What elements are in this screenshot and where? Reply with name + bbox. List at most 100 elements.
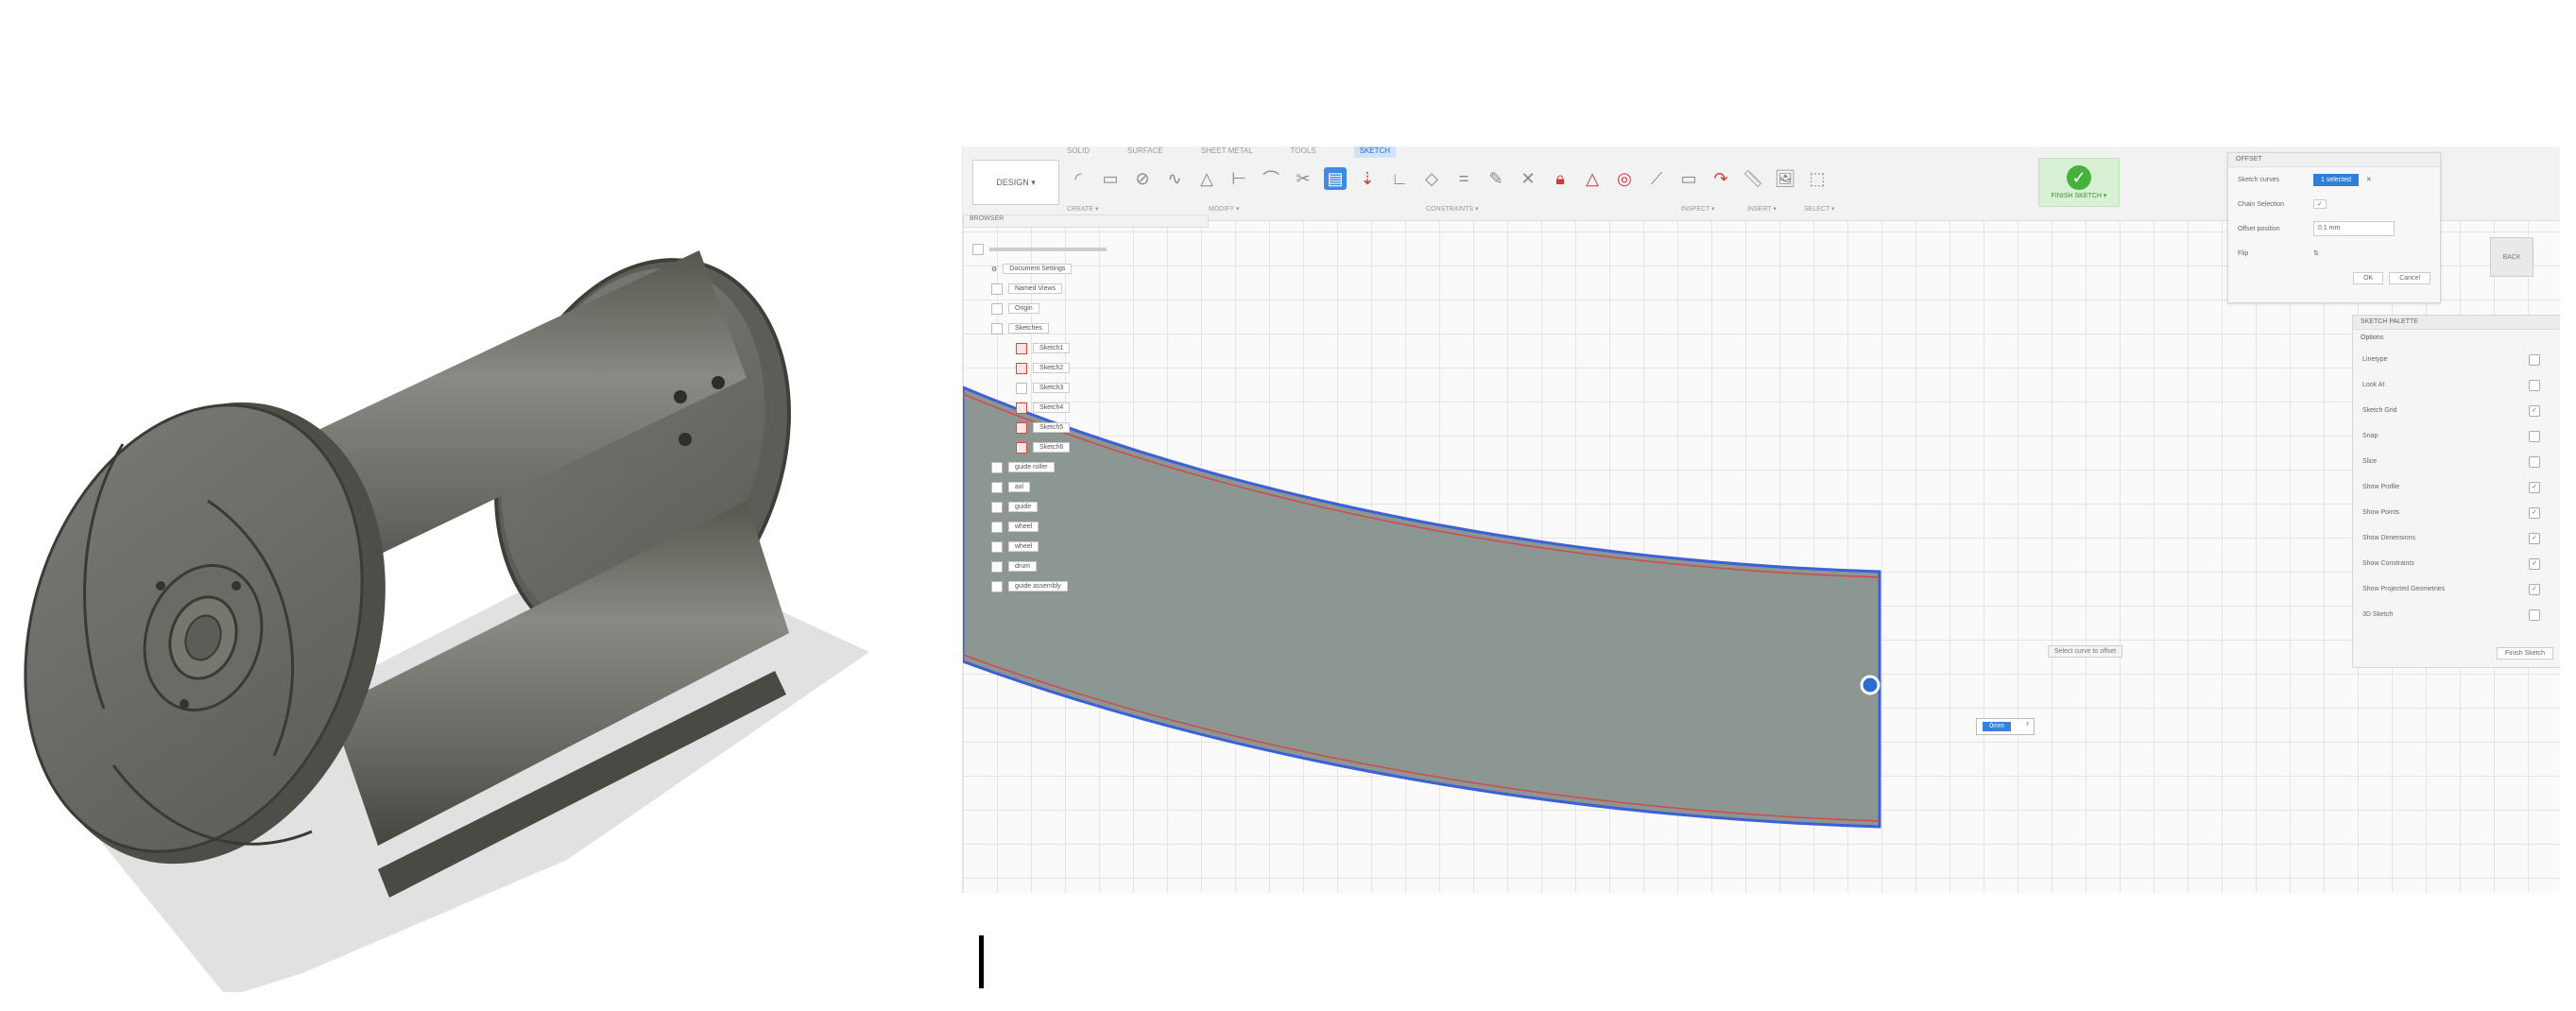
coincident-icon[interactable]: ✕ <box>1517 167 1539 190</box>
folder-icon <box>991 322 1003 334</box>
body-icon <box>991 501 1003 513</box>
option-show-profile[interactable]: Show Profile ✓ <box>2353 474 2560 500</box>
spool-3d-render <box>24 250 869 992</box>
pencil-icon[interactable]: ✎ <box>1485 167 1507 190</box>
dialog-buttons: OK Cancel <box>2228 266 2440 290</box>
sketch-curves-label: Sketch curves <box>2238 176 2279 183</box>
option-linetype[interactable]: Linetype <box>2353 347 2560 372</box>
spline-icon[interactable]: ∿ <box>1163 167 1186 190</box>
tree-row-sketch[interactable]: Sketch2 <box>972 358 1107 378</box>
mirror-icon[interactable]: ⇣ <box>1356 167 1379 190</box>
sketch-icon <box>1016 421 1027 434</box>
offset-position-input[interactable]: 0.1 mm <box>2313 221 2395 236</box>
circle-icon[interactable]: ⊘ <box>1131 167 1154 190</box>
tab-tools[interactable]: TOOLS <box>1291 146 1316 158</box>
option-show-dimensions[interactable]: Show Dimensions ✓ <box>2353 525 2560 551</box>
tree-row-body[interactable]: wheel <box>972 537 1107 557</box>
lock-icon[interactable]: 🔒︎ <box>1549 167 1571 190</box>
tangent-icon[interactable]: ◇ <box>1420 167 1443 190</box>
chain-selection-row: Chain Selection ✓ <box>2228 192 2440 216</box>
offset-position-row: Offset position 0.1 mm <box>2228 216 2440 241</box>
ok-button[interactable]: OK <box>2353 271 2384 284</box>
curvature-icon[interactable]: ↷ <box>1709 167 1732 190</box>
finish-sketch-button[interactable]: ✓ FINISH SKETCH ▾ <box>2038 158 2120 207</box>
rectangle-icon[interactable]: ▭ <box>1099 167 1122 190</box>
tab-sheet-metal[interactable]: SHEET METAL <box>1201 146 1253 158</box>
tree-row-sketch[interactable]: Sketch4 <box>972 398 1107 418</box>
parallel-icon[interactable]: ⟋ <box>1645 167 1668 190</box>
offset-dimension-input[interactable]: 0mm ⇕ <box>1976 718 2035 735</box>
option-3d-sketch[interactable]: 3D Sketch <box>2353 602 2560 627</box>
options-section[interactable]: Options <box>2353 330 2560 347</box>
option-sketch-grid[interactable]: Sketch Grid ✓ <box>2353 398 2560 423</box>
arc-icon[interactable]: ◜ <box>1067 167 1090 190</box>
tree-row-sketches[interactable]: Sketches <box>972 318 1107 338</box>
body-icon <box>991 580 1003 592</box>
option-show-projected-geometries[interactable]: Show Projected Geometries ✓ <box>2353 576 2560 602</box>
browser-header[interactable]: BROWSER <box>963 214 1209 228</box>
tree-row-sketch[interactable]: Sketch6 <box>972 437 1107 457</box>
triangle-icon[interactable]: △ <box>1195 167 1218 190</box>
cad-viewport[interactable]: DESIGN ▾ SOLID SURFACE SHEET METAL TOOLS… <box>962 146 2560 893</box>
tab-surface[interactable]: SURFACE <box>1127 146 1163 158</box>
offset-manipulator[interactable] <box>1860 675 1880 695</box>
dimension-value[interactable]: 0mm <box>1983 722 2011 731</box>
finish-sketch-palette-button[interactable]: Finish Sketch <box>2496 647 2553 660</box>
option-look-at[interactable]: Look At <box>2353 372 2560 398</box>
group-select[interactable]: SELECT ▾ <box>1804 205 1861 213</box>
tree-row-body[interactable]: guide assembly <box>972 576 1107 596</box>
tree-row-origin[interactable]: Origin <box>972 299 1107 318</box>
tree-row-document-settings[interactable]: ⚙ Document Settings <box>972 259 1107 279</box>
toolbar-tabs: SOLID SURFACE SHEET METAL TOOLS SKETCH <box>1067 146 1397 158</box>
finish-sketch-label: FINISH SKETCH ▾ <box>2051 193 2107 199</box>
offset-tooltip: Select curve to offset <box>2048 645 2123 658</box>
chain-selection-checkbox[interactable]: ✓ <box>2313 199 2327 209</box>
tree-row-sketch[interactable]: Sketch5 <box>972 418 1107 437</box>
inspect-icon[interactable]: 📏︎ <box>1742 167 1764 190</box>
warning-icon[interactable]: △ <box>1581 167 1604 190</box>
body-icon <box>991 521 1003 533</box>
flip-label: Flip <box>2238 249 2249 257</box>
tree-row-body[interactable]: guide <box>972 497 1107 517</box>
group-modify[interactable]: MODIFY ▾ <box>1209 205 1426 213</box>
tree-row-sketch[interactable]: Sketch3 <box>972 378 1107 398</box>
tree-row-body[interactable]: axl <box>972 477 1107 497</box>
option-snap[interactable]: Snap <box>2353 423 2560 449</box>
concentric-icon[interactable]: ◎ <box>1613 167 1636 190</box>
offset-icon[interactable]: ▤ <box>1324 167 1347 190</box>
tree-row-body[interactable]: drum <box>972 557 1107 576</box>
stepper-icon[interactable]: ⇕ <box>2025 721 2030 728</box>
viewcube[interactable]: BACK <box>2490 237 2533 277</box>
group-inspect[interactable]: INSPECT ▾ <box>1681 205 1747 213</box>
tab-sketch[interactable]: SKETCH <box>1353 146 1397 158</box>
tree-row-named-views[interactable]: Named Views <box>972 279 1107 299</box>
trim-icon[interactable]: ✂ <box>1292 167 1314 190</box>
sketch-palette-title[interactable]: SKETCH PALETTE <box>2353 316 2560 330</box>
option-show-constraints[interactable]: Show Constraints ✓ <box>2353 551 2560 576</box>
option-slice[interactable]: Slice <box>2353 449 2560 474</box>
workspace-switcher[interactable]: DESIGN ▾ <box>972 160 1059 205</box>
group-create[interactable]: CREATE ▾ <box>1067 205 1209 213</box>
collinear-icon[interactable]: ▭ <box>1677 167 1700 190</box>
select-icon[interactable]: ⬚ <box>1806 167 1829 190</box>
tree-row-root[interactable] <box>972 239 1107 259</box>
equal-icon[interactable]: = <box>1452 167 1475 190</box>
flip-icon[interactable]: ⇅ <box>2313 249 2319 257</box>
clear-selection-icon[interactable]: ✕ <box>2366 176 2372 183</box>
tree-row-body[interactable]: wheel <box>972 517 1107 537</box>
dimension-icon[interactable]: ⊢ <box>1228 167 1250 190</box>
tree-row-sketch[interactable]: Sketch1 <box>972 338 1107 358</box>
group-constraints[interactable]: CONSTRAINTS ▾ <box>1426 205 1681 213</box>
offset-dialog-title[interactable]: OFFSET <box>2228 153 2440 167</box>
sketch-curves-selection[interactable]: 1 selected <box>2313 173 2359 186</box>
insert-image-icon[interactable]: 🖼︎ <box>1774 167 1796 190</box>
group-insert[interactable]: INSERT ▾ <box>1747 205 1804 213</box>
chain-selection-label: Chain Selection <box>2238 200 2285 208</box>
tab-solid[interactable]: SOLID <box>1067 146 1090 158</box>
option-show-points[interactable]: Show Points ✓ <box>2353 500 2560 525</box>
fillet-icon[interactable]: ⌒ <box>1260 167 1282 190</box>
text-cursor <box>979 935 984 988</box>
perpendicular-icon[interactable]: ∟ <box>1388 167 1411 190</box>
tree-row-body[interactable]: guide roller <box>972 457 1107 477</box>
cancel-button[interactable]: Cancel <box>2389 271 2430 284</box>
